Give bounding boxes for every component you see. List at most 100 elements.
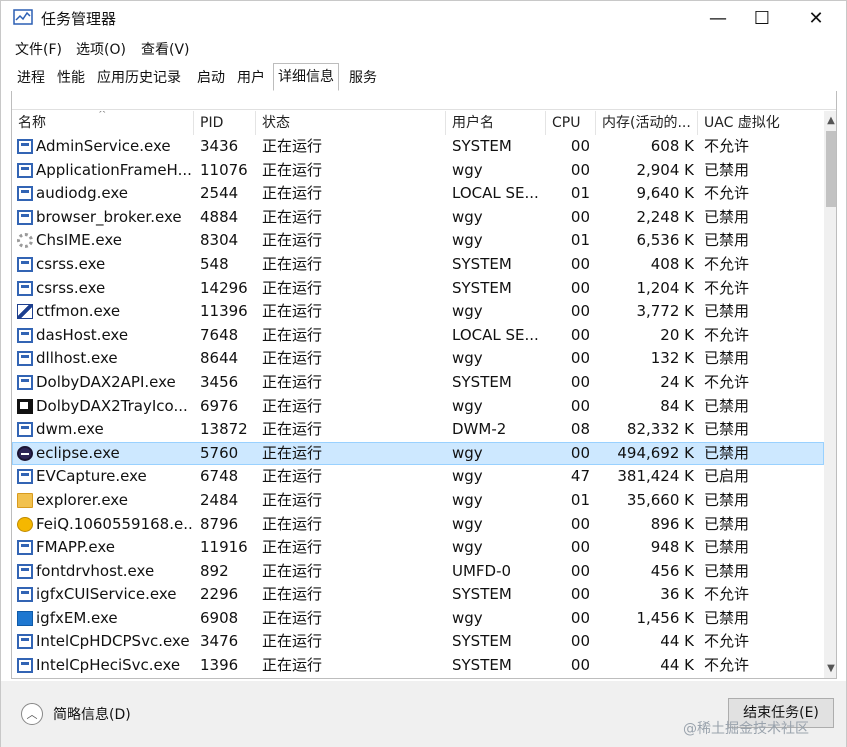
process-pid: 7648 <box>200 325 239 344</box>
process-status: 正在运行 <box>262 420 323 439</box>
close-button[interactable]: ✕ <box>793 1 839 35</box>
process-memory: 3,772 K <box>636 302 694 321</box>
tab-app-history[interactable]: 应用历史记录 <box>93 66 185 90</box>
process-name: ChsIME.exe <box>36 231 123 250</box>
process-name: DolbyDAX2TrayIco... <box>36 396 188 415</box>
process-pid: 6908 <box>200 608 239 627</box>
process-status: 正在运行 <box>262 396 323 415</box>
process-name: fontdrvhost.exe <box>36 561 155 580</box>
tab-services[interactable]: 服务 <box>345 66 381 90</box>
table-row[interactable]: csrss.exe 14296 正在运行 SYSTEM 00 1,204 K 不允许 <box>12 277 824 301</box>
table-row[interactable]: eclipse.exe 5760 正在运行 wgy 00 494,692 K 已禁用 <box>12 441 824 466</box>
column-header-username[interactable]: 用户名 <box>446 111 546 135</box>
table-row[interactable]: igfxCUIService.exe 2296 正在运行 SYSTEM 00 36 K 不允… <box>12 583 824 607</box>
table-row[interactable]: explorer.exe 2484 正在运行 wgy 01 35,660 K 已禁用 <box>12 489 824 513</box>
tab-bar: 进程 性能 应用历史记录 启动 用户 详细信息 服务 <box>11 63 837 92</box>
table-row[interactable]: FeiQ.1060559168.e... 8796 正在运行 wgy 00 896 K 已禁… <box>12 513 824 537</box>
process-name: dasHost.exe <box>36 325 129 344</box>
process-uac: 不允许 <box>704 372 750 391</box>
process-pid: 11396 <box>200 302 248 321</box>
process-name: eclipse.exe <box>36 443 120 462</box>
column-header-cpu[interactable]: CPU <box>546 111 596 135</box>
tab-users[interactable]: 用户 <box>233 66 269 90</box>
process-pid: 3476 <box>200 632 239 651</box>
process-username: wgy <box>452 490 483 509</box>
fewer-details-button[interactable]: ︿ 简略信息(D) <box>21 701 131 727</box>
table-row[interactable]: DolbyDAX2TrayIco... 6976 正在运行 wgy 00 84 K 已禁用 <box>12 395 824 419</box>
process-memory: 456 K <box>650 561 694 580</box>
process-cpu: 00 <box>570 585 590 604</box>
process-pid: 14296 <box>200 278 248 297</box>
process-pid: 1396 <box>200 656 239 675</box>
process-cpu: 08 <box>570 420 590 439</box>
process-memory: 608 K <box>650 137 694 155</box>
fewer-details-label: 简略信息(D) <box>53 707 131 723</box>
table-row[interactable]: dllhost.exe 8644 正在运行 wgy 00 132 K 已禁用 <box>12 347 824 371</box>
process-username: wgy <box>452 608 483 627</box>
eclipse-icon <box>17 445 33 461</box>
column-pid-label: PID <box>200 115 224 131</box>
process-uac: 不允许 <box>704 254 750 273</box>
process-status: 正在运行 <box>262 278 323 297</box>
table-row[interactable]: browser_broker.exe 4884 正在运行 wgy 00 2,248 K 已禁… <box>12 206 824 230</box>
process-pid: 892 <box>200 561 229 580</box>
process-username: UMFD-0 <box>452 561 512 580</box>
menu-options[interactable]: 选项(O) <box>76 39 126 59</box>
tab-startup[interactable]: 启动 <box>193 66 229 90</box>
table-row[interactable]: csrss.exe 548 正在运行 SYSTEM 00 408 K 不允许 <box>12 253 824 277</box>
table-row[interactable]: EVCapture.exe 6748 正在运行 wgy 47 381,424 K 已启用 <box>12 465 824 489</box>
table-row[interactable]: fontdrvhost.exe 892 正在运行 UMFD-0 00 456 K 已禁用 <box>12 560 824 584</box>
table-row[interactable]: ApplicationFrameH... 11076 正在运行 wgy 00 2,904 … <box>12 159 824 183</box>
column-header-uac[interactable]: UAC 虚拟化 <box>698 111 824 135</box>
process-status: 正在运行 <box>262 514 323 533</box>
vertical-scrollbar[interactable]: ▲ ▼ <box>824 111 836 678</box>
process-uac: 不允许 <box>704 278 750 297</box>
process-pid: 11076 <box>200 160 248 179</box>
process-pid: 548 <box>200 254 229 273</box>
table-row[interactable]: audiodg.exe 2544 正在运行 LOCAL SE... 01 9,640 K 不… <box>12 182 824 206</box>
tab-processes[interactable]: 进程 <box>13 66 49 90</box>
column-header-memory[interactable]: 内存(活动的... <box>596 111 698 135</box>
process-memory: 20 K <box>660 325 694 344</box>
process-memory: 84 K <box>660 396 694 415</box>
process-cpu: 00 <box>570 608 590 627</box>
title-bar[interactable]: 任务管理器 — ☐ ✕ <box>1 1 846 35</box>
column-header-pid[interactable]: PID <box>194 111 256 135</box>
process-pid: 8644 <box>200 349 239 368</box>
column-header-name[interactable]: 名称 ^ <box>12 111 194 135</box>
process-cpu: 00 <box>570 160 590 179</box>
process-cpu: 01 <box>570 231 590 250</box>
table-row[interactable]: AdminService.exe 3436 正在运行 SYSTEM 00 608 K 不允许 <box>12 135 824 159</box>
process-name: ApplicationFrameH... <box>36 160 192 179</box>
tab-performance[interactable]: 性能 <box>53 66 89 90</box>
dolby-icon <box>17 398 33 414</box>
table-row[interactable]: IntelCpHDCPSvc.exe 3476 正在运行 SYSTEM 00 44 K 不允… <box>12 630 824 654</box>
process-name: FMAPP.exe <box>36 538 115 557</box>
table-row[interactable]: IntelCpHeciSvc.exe 1396 正在运行 SYSTEM 00 44 K 不允… <box>12 654 824 678</box>
table-row[interactable]: dwm.exe 13872 正在运行 DWM-2 08 82,332 K 已禁用 <box>12 418 824 442</box>
scroll-down-arrow-icon[interactable]: ▼ <box>824 661 836 677</box>
column-header-status[interactable]: 状态 <box>256 111 446 135</box>
scroll-thumb[interactable] <box>826 131 836 207</box>
table-row[interactable]: igfxEM.exe 6908 正在运行 wgy 00 1,456 K 已禁用 <box>12 607 824 631</box>
process-memory: 132 K <box>650 349 694 368</box>
task-manager-icon <box>13 9 33 25</box>
table-row[interactable]: ChsIME.exe 8304 正在运行 wgy 01 6,536 K 已禁用 <box>12 229 824 253</box>
minimize-button[interactable]: — <box>695 1 741 35</box>
table-row[interactable]: FMAPP.exe 11916 正在运行 wgy 00 948 K 已禁用 <box>12 536 824 560</box>
table-row[interactable]: dasHost.exe 7648 正在运行 LOCAL SE... 00 20 K 不允许 <box>12 324 824 348</box>
process-status: 正在运行 <box>262 137 323 155</box>
process-status: 正在运行 <box>262 538 323 557</box>
tab-details[interactable]: 详细信息 <box>273 63 339 91</box>
table-row[interactable]: DolbyDAX2API.exe 3456 正在运行 SYSTEM 00 24 K 不允许 <box>12 371 824 395</box>
app-icon <box>17 634 33 650</box>
menu-file[interactable]: 文件(F) <box>15 39 62 59</box>
menu-view[interactable]: 查看(V) <box>141 39 190 59</box>
maximize-button[interactable]: ☐ <box>739 1 785 35</box>
process-username: SYSTEM <box>452 585 512 604</box>
table-row[interactable]: ctfmon.exe 11396 正在运行 wgy 00 3,772 K 已禁用 <box>12 300 824 324</box>
app-icon <box>17 162 33 178</box>
scroll-up-arrow-icon[interactable]: ▲ <box>824 113 836 129</box>
watermark: @稀土掘金技术社区 <box>683 721 809 737</box>
process-cpu: 00 <box>570 137 590 155</box>
